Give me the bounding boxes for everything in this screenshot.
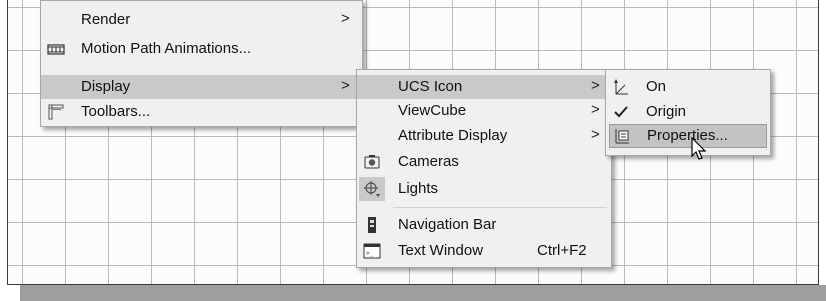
menu-item-render[interactable]: Render > — [41, 8, 362, 32]
film-strip-icon — [47, 44, 65, 55]
menu-item-navigation-bar[interactable]: Navigation Bar — [357, 213, 611, 237]
checkmark-icon — [614, 106, 628, 118]
menu-item-on-label: On — [646, 78, 667, 95]
menu-item-cameras-label: Cameras — [398, 153, 459, 170]
menu-item-text-window[interactable]: >_ Text Window Ctrl+F2 — [357, 239, 611, 263]
menu-item-ucs-icon[interactable]: UCS Icon > — [357, 75, 611, 99]
submenu-arrow-icon: > — [591, 77, 600, 94]
menu-item-cameras[interactable]: Cameras — [357, 150, 611, 174]
menu-item-ucs-icon-label: UCS Icon — [398, 78, 463, 95]
menu-item-render-label: Render — [81, 11, 131, 28]
camera-icon — [364, 155, 380, 169]
menu-item-on[interactable]: On — [606, 75, 770, 99]
menu-item-display[interactable]: Display > — [41, 75, 362, 99]
menu-item-display-label: Display — [81, 78, 131, 95]
submenu-arrow-icon: > — [341, 77, 350, 94]
menu-item-viewcube[interactable]: ViewCube > — [357, 99, 611, 123]
ucs-icon-submenu: On Origin Properties... — [605, 69, 771, 156]
menu-item-properties[interactable]: Properties... — [609, 124, 767, 148]
menu-item-toolbars[interactable]: Toolbars... — [41, 100, 362, 124]
text-window-shortcut: Ctrl+F2 — [537, 242, 587, 259]
menu-item-lights-label: Lights — [398, 180, 439, 197]
menu-separator — [393, 207, 607, 208]
menu-item-attribute-display-label: Attribute Display — [398, 127, 508, 144]
submenu-arrow-icon: > — [591, 101, 600, 118]
menu-item-origin-label: Origin — [646, 103, 687, 120]
menu-item-text-window-label: Text Window — [398, 242, 484, 259]
mouse-pointer-icon — [691, 137, 707, 160]
menu-item-viewcube-label: ViewCube — [398, 102, 467, 119]
menu-item-properties-label: Properties... — [647, 127, 728, 144]
submenu-arrow-icon: > — [341, 10, 350, 27]
view-menu: Render > Motion Path Animations... Displ… — [40, 0, 363, 127]
svg-text:>_: >_ — [366, 250, 374, 257]
menu-item-motion-path-animations[interactable]: Motion Path Animations... — [41, 37, 362, 61]
status-strip — [20, 285, 826, 301]
submenu-arrow-icon: > — [591, 126, 600, 143]
menu-item-toolbars-label: Toolbars... — [81, 103, 151, 120]
menu-item-origin[interactable]: Origin — [606, 100, 770, 124]
navigation-bar-icon — [368, 217, 376, 233]
display-submenu: UCS Icon > ViewCube > Attribute Display … — [356, 69, 612, 268]
toolbars-icon — [48, 104, 64, 120]
light-target-icon — [364, 181, 380, 197]
menu-item-attribute-display[interactable]: Attribute Display > — [357, 124, 611, 148]
menu-item-motion-path-label: Motion Path Animations... — [81, 40, 252, 57]
ucs-axes-icon — [614, 79, 628, 95]
text-window-icon: >_ — [363, 243, 381, 259]
menu-item-lights[interactable]: Lights — [357, 177, 611, 201]
menu-item-navigation-bar-label: Navigation Bar — [398, 216, 497, 233]
ucs-properties-icon — [615, 129, 629, 144]
